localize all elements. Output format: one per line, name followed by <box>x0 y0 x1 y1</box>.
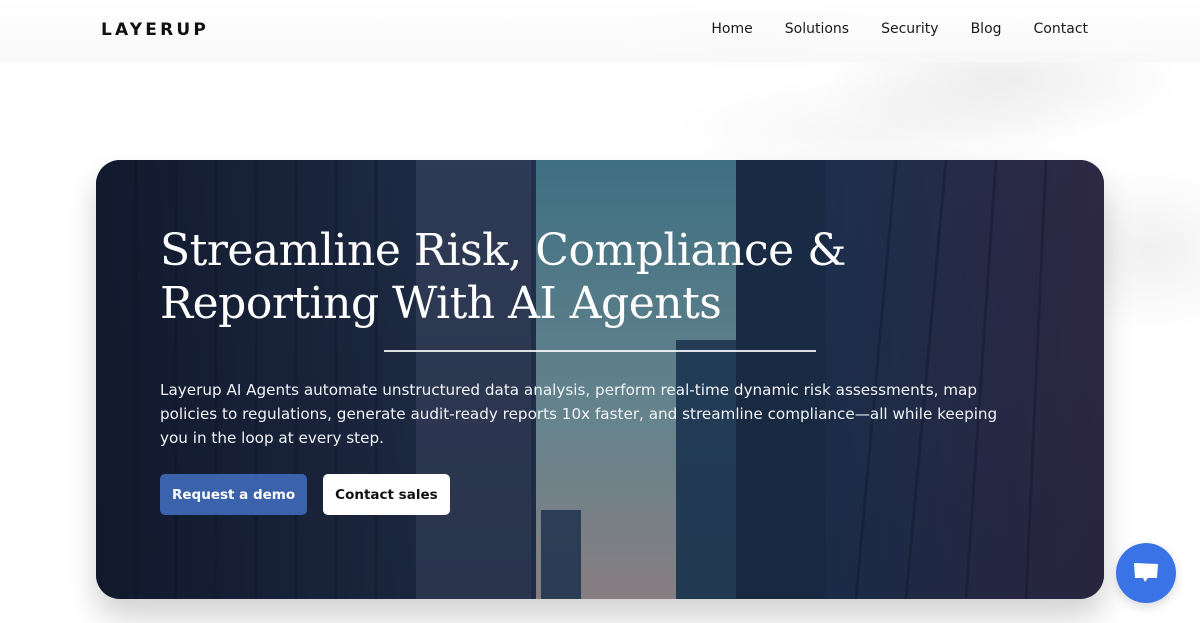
nav-link-home[interactable]: Home <box>711 21 752 37</box>
hero-title-line-2: Reporting With AI Agents <box>160 278 722 329</box>
logo[interactable]: LAYERUP <box>101 20 209 40</box>
hero-buttons: Request a demo Contact sales <box>160 474 1040 515</box>
contact-sales-button[interactable]: Contact sales <box>323 474 450 515</box>
hero-description: Layerup AI Agents automate unstructured … <box>160 381 998 447</box>
nav-link-blog[interactable]: Blog <box>971 21 1002 37</box>
hero-section: Streamline Risk, Compliance & Reporting … <box>96 160 1104 599</box>
hero-title-line-1: Streamline Risk, Compliance & <box>160 225 846 276</box>
chat-bubble-icon <box>1134 563 1158 582</box>
nav-links: Home Solutions Security Blog Contact <box>711 21 1088 37</box>
request-demo-button[interactable]: Request a demo <box>160 474 308 515</box>
chat-widget-button[interactable] <box>1116 543 1176 603</box>
hero-content: Streamline Risk, Compliance & Reporting … <box>160 224 1040 515</box>
nav-link-security[interactable]: Security <box>881 21 939 37</box>
nav-link-contact[interactable]: Contact <box>1034 21 1088 37</box>
nav-link-solutions[interactable]: Solutions <box>785 21 849 37</box>
hero-divider <box>384 350 816 352</box>
navbar: LAYERUP Home Solutions Security Blog Con… <box>0 0 1200 62</box>
hero-title: Streamline Risk, Compliance & Reporting … <box>160 224 1040 330</box>
